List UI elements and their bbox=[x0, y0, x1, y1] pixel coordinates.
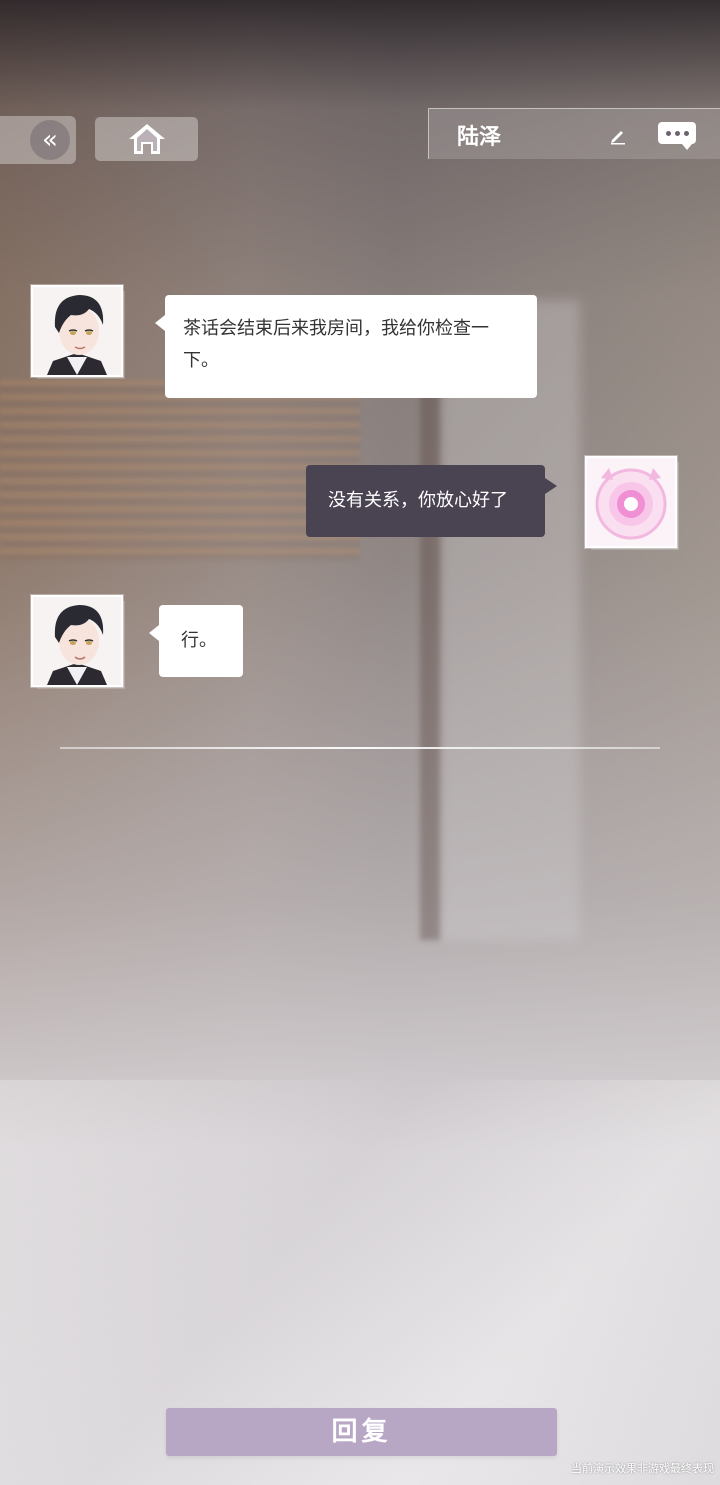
chat-bubble-dots-icon[interactable] bbox=[658, 122, 696, 150]
message-bubble-incoming: 茶话会结束后来我房间，我给你检查一下。 bbox=[155, 295, 537, 398]
pink-record-avatar-icon bbox=[587, 458, 675, 546]
contact-avatar[interactable] bbox=[31, 595, 123, 687]
message-bubble-incoming: 行。 bbox=[149, 605, 243, 677]
demo-disclaimer: 当前演示效果非游戏最终表现 bbox=[571, 1462, 714, 1475]
message-bubble-outgoing: 没有关系，你放心好了 bbox=[306, 465, 557, 537]
double-chevron-left-icon: « bbox=[30, 120, 70, 160]
contact-header: 陆泽 bbox=[428, 108, 720, 159]
message-text: 没有关系，你放心好了 bbox=[328, 490, 508, 511]
chat-divider bbox=[60, 747, 660, 749]
male-character-portrait-icon bbox=[33, 287, 121, 375]
pencil-icon[interactable] bbox=[609, 127, 627, 145]
back-button[interactable]: « bbox=[0, 116, 76, 164]
male-character-portrait-icon bbox=[33, 597, 121, 685]
user-avatar[interactable] bbox=[585, 456, 677, 548]
background-scene bbox=[0, 0, 720, 1485]
home-button[interactable] bbox=[95, 117, 198, 161]
contact-name: 陆泽 bbox=[457, 125, 502, 150]
contact-avatar[interactable] bbox=[31, 285, 123, 377]
home-icon bbox=[128, 124, 165, 154]
reply-button[interactable]: 回复 bbox=[166, 1408, 557, 1456]
message-text: 茶话会结束后来我房间，我给你检查一下。 bbox=[183, 318, 489, 371]
message-text: 行。 bbox=[181, 630, 217, 651]
bg-pillar bbox=[420, 380, 440, 940]
